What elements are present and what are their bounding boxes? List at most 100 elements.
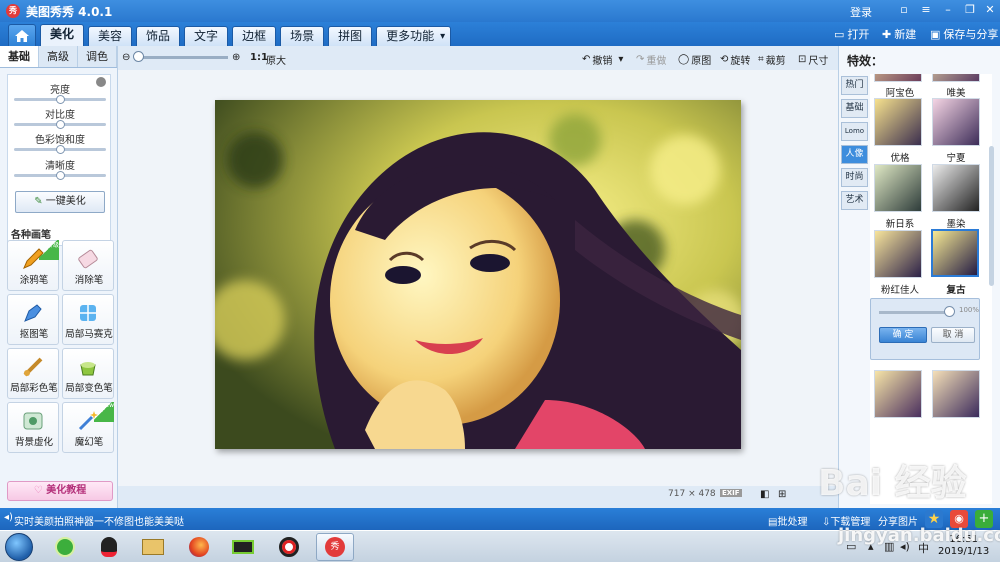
app-logo-icon: 秀 xyxy=(6,4,20,18)
zoom-knob[interactable] xyxy=(133,51,144,62)
maximize-icon[interactable]: ❐ xyxy=(962,3,978,17)
redo-label: 重做 xyxy=(646,56,667,67)
effect-youge[interactable] xyxy=(874,98,922,146)
cancel-button[interactable]: 取 消 xyxy=(931,327,975,343)
confirm-button[interactable]: 确 定 xyxy=(879,327,927,343)
recolor-brush[interactable]: 局部变色笔 xyxy=(62,348,114,399)
cutout-pen-icon xyxy=(24,304,42,322)
tab-face[interactable]: 美容 xyxy=(88,26,133,46)
color-brush[interactable]: 局部彩色笔 xyxy=(7,348,59,399)
intensity-knob[interactable] xyxy=(944,306,955,317)
category-portrait[interactable]: 人像 xyxy=(841,145,868,164)
intensity-slider[interactable] xyxy=(879,311,949,314)
cutout-brush[interactable]: 抠图笔 xyxy=(7,294,59,345)
status-message[interactable]: 实时美颜拍照神器一不修图也能美美哒 xyxy=(14,513,184,528)
taskbar-app-qq-icon[interactable] xyxy=(90,533,128,561)
app-title: 美图秀秀 4.0.1 xyxy=(26,4,113,19)
tab-scene[interactable]: 场景 xyxy=(280,26,325,46)
compare-view-icon[interactable]: ◧ xyxy=(760,489,769,500)
crop-button[interactable]: ⌗ 裁剪 xyxy=(758,52,786,67)
tab-color[interactable]: 调色 xyxy=(78,46,117,67)
zoom-out-icon[interactable]: ⊖ xyxy=(122,52,130,63)
tab-more-functions[interactable]: 更多功能 xyxy=(376,26,452,46)
taskbar-app-360-icon[interactable] xyxy=(46,533,84,561)
background-blur-label: 背景虚化 xyxy=(14,437,53,448)
category-basic[interactable]: 基础 xyxy=(841,99,868,118)
effect-fenhongjiaren[interactable] xyxy=(874,230,922,278)
paint-bucket-icon xyxy=(80,362,96,376)
original-size-button[interactable]: 原大 xyxy=(266,52,286,67)
effect-thumb-bottom-right[interactable] xyxy=(932,370,980,418)
minimize-icon[interactable]: – xyxy=(940,3,956,17)
save-icon: ▣ xyxy=(930,27,941,41)
taskbar-app-player-icon[interactable] xyxy=(224,533,262,561)
zoom-slider[interactable] xyxy=(138,56,228,59)
tab-collage[interactable]: 拼图 xyxy=(328,26,373,46)
tab-accessories[interactable]: 饰品 xyxy=(136,26,181,46)
image-toolbar: ⊖ ⊕ 1:1 原大 ↶ 撤销 ▾ ↷ 重做 ◯ 原图 ⟲ 旋转 ⌗ 裁剪 ⊡ 尺寸 xyxy=(118,46,838,70)
effect-fugu[interactable] xyxy=(931,229,979,277)
close-icon[interactable]: ✕ xyxy=(982,3,998,17)
undo-dropdown-icon[interactable]: ▾ xyxy=(618,54,623,65)
taskbar-app-firefox-icon[interactable] xyxy=(180,533,218,561)
category-fashion[interactable]: 时尚 xyxy=(841,168,868,187)
tab-text[interactable]: 文字 xyxy=(184,26,229,46)
category-hot[interactable]: 热门 xyxy=(841,76,868,95)
doodle-brush[interactable]: 升级 涂鸦笔 xyxy=(7,240,59,291)
sharpness-knob[interactable] xyxy=(55,171,65,180)
new-button[interactable]: ✚ 新建 xyxy=(882,26,916,42)
batch-process-link[interactable]: ▤批处理 xyxy=(768,513,807,528)
magic-brush[interactable]: new 魔幻笔 xyxy=(62,402,114,453)
one-click-label: 一键美化 xyxy=(45,196,86,207)
effects-scrollbar[interactable] xyxy=(989,146,994,286)
tab-beautify[interactable]: 美化 xyxy=(40,24,85,46)
effect-ningxia[interactable] xyxy=(932,98,980,146)
contrast-knob[interactable] xyxy=(55,120,65,129)
exif-button[interactable]: EXIF xyxy=(720,489,742,497)
tab-basic[interactable]: 基础 xyxy=(0,46,39,67)
zoom-in-icon[interactable]: ⊕ xyxy=(232,52,240,63)
tutorial-button[interactable]: ♡ 美化教程 xyxy=(7,481,113,501)
sharpness-slider[interactable] xyxy=(14,171,106,180)
contrast-slider[interactable] xyxy=(14,120,106,129)
save-share-button[interactable]: ▣ 保存与分享 xyxy=(930,26,998,42)
brightness-slider[interactable] xyxy=(14,95,106,104)
rotate-button[interactable]: ⟲ 旋转 xyxy=(720,52,750,67)
recolor-brush-label: 局部变色笔 xyxy=(65,383,113,394)
color-brush-label: 局部彩色笔 xyxy=(10,383,58,394)
saturation-slider[interactable] xyxy=(14,145,106,154)
eraser-brush[interactable]: 消除笔 xyxy=(62,240,114,291)
taskbar-app-recorder-icon[interactable] xyxy=(270,533,308,561)
mosaic-brush[interactable]: 局部马赛克 xyxy=(62,294,114,345)
saturation-knob[interactable] xyxy=(55,145,65,154)
tab-advanced[interactable]: 高级 xyxy=(39,46,78,67)
home-tab[interactable] xyxy=(8,24,36,46)
category-lomo[interactable]: Lomo xyxy=(841,122,868,141)
fullscreen-icon[interactable]: ⊞ xyxy=(778,489,786,500)
open-button[interactable]: ▭ 打开 xyxy=(834,26,869,42)
edited-photo[interactable] xyxy=(215,100,741,449)
taskbar-app-explorer-icon[interactable] xyxy=(134,533,172,561)
undo-icon: ↶ xyxy=(582,54,591,65)
background-blur[interactable]: 背景虚化 xyxy=(7,402,59,453)
taskbar-app-meitu-icon[interactable]: 秀 xyxy=(316,533,354,561)
category-art[interactable]: 艺术 xyxy=(841,191,868,210)
tab-border[interactable]: 边框 xyxy=(232,26,277,46)
redo-button[interactable]: ↷ 重做 xyxy=(636,52,666,67)
effect-thumb-top-right[interactable] xyxy=(932,74,980,82)
login-link[interactable]: 登录 xyxy=(850,4,872,20)
undo-button[interactable]: ↶ 撤销 ▾ xyxy=(582,52,623,67)
effect-xinrixi[interactable] xyxy=(874,164,922,212)
menu-icon[interactable]: ≡ xyxy=(918,3,934,17)
original-icon: ◯ xyxy=(678,54,690,65)
original-image-button[interactable]: ◯ 原图 xyxy=(678,52,711,67)
one-click-beautify-button[interactable]: ✎ 一键美化 xyxy=(15,191,105,213)
resize-button[interactable]: ⊡ 尺寸 xyxy=(798,52,828,67)
effect-moran[interactable] xyxy=(932,164,980,212)
effect-thumb-bottom-left[interactable] xyxy=(874,370,922,418)
effect-thumb-top-left[interactable] xyxy=(874,74,922,82)
start-button-icon[interactable] xyxy=(5,533,33,561)
skin-icon[interactable]: ▫ xyxy=(896,3,912,17)
resize-icon: ⊡ xyxy=(798,54,807,65)
brightness-knob[interactable] xyxy=(55,95,65,104)
